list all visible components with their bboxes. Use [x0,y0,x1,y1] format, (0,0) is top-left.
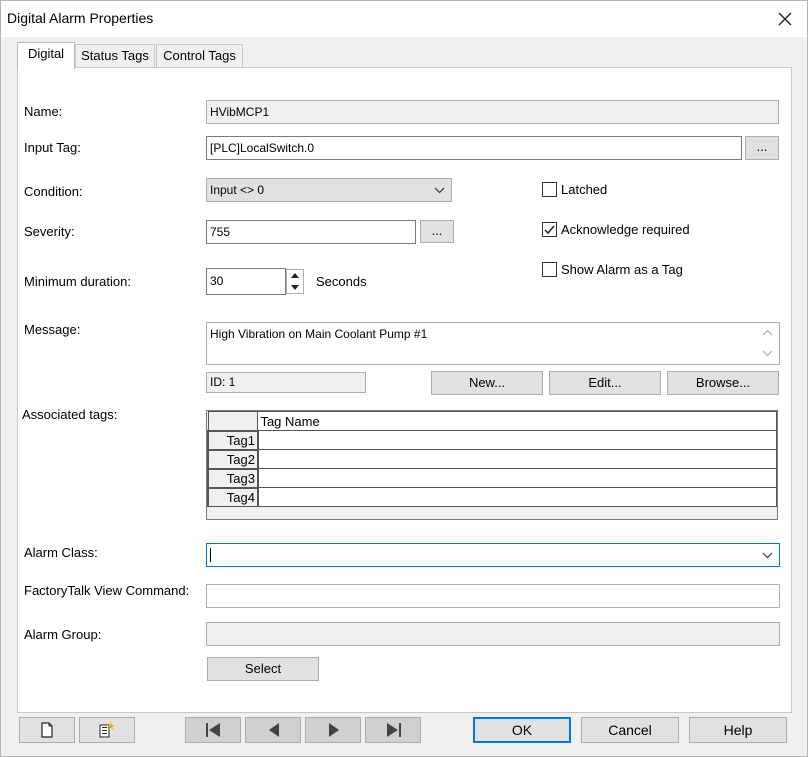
table-row: Tag2 [207,448,777,469]
tag-cell[interactable] [257,468,777,488]
skip-first-icon [206,723,220,737]
table-row: Tag1 [207,429,777,450]
message-textarea[interactable]: High Vibration on Main Coolant Pump #1 [206,322,780,365]
close-icon [778,12,792,26]
chevron-down-icon [434,187,445,194]
tag-cell[interactable] [257,430,777,450]
text-cursor [210,548,211,562]
scroll-down-icon[interactable] [762,350,773,357]
previous-icon [269,723,279,737]
acknowledge-required-label: Acknowledge required [561,222,690,237]
associated-tags-grid: Tag Name Tag1 Tag2 Tag3 Tag4 [206,410,778,520]
input-tag-browse-button[interactable]: ... [745,136,779,160]
cancel-button[interactable]: Cancel [581,717,679,743]
severity-label: Severity: [24,224,75,239]
show-alarm-as-tag-checkbox[interactable] [542,262,557,277]
tag-cell[interactable] [257,487,777,507]
message-new-button[interactable]: New... [431,371,543,395]
alarm-class-label: Alarm Class: [24,545,98,560]
skip-last-icon [387,723,401,737]
row-header: Tag3 [207,467,259,488]
min-duration-unit: Seconds [316,274,367,289]
condition-label: Condition: [24,184,83,199]
message-browse-button[interactable]: Browse... [667,371,779,395]
alarm-group-field [206,622,780,646]
checkmark-icon [544,225,555,235]
message-id-field: ID: 1 [206,372,366,393]
chevron-down-icon[interactable] [762,552,773,559]
severity-browse-button[interactable]: ... [420,220,454,243]
condition-value: Input <> 0 [210,183,265,197]
close-button[interactable] [763,1,807,37]
spin-up-icon[interactable] [287,270,303,281]
tab-status-tags[interactable]: Status Tags [75,44,155,68]
min-duration-field[interactable]: 30 [206,268,286,295]
tab-control-tags[interactable]: Control Tags [156,44,243,68]
tab-digital[interactable]: Digital [17,42,75,69]
new-document-icon [41,722,53,738]
select-button[interactable]: Select [207,657,319,681]
previous-record-button[interactable] [245,717,301,743]
row-header: Tag1 [207,429,259,450]
row-header: Tag4 [207,486,259,507]
condition-select[interactable]: Input <> 0 [206,178,452,202]
next-icon [329,723,339,737]
grid-corner [207,411,259,431]
latched-checkbox[interactable] [542,182,557,197]
severity-field[interactable]: 755 [206,220,416,244]
last-record-button[interactable] [365,717,421,743]
alarm-class-combobox[interactable] [206,543,780,567]
help-button[interactable]: Help [689,717,787,743]
table-row: Tag4 [207,486,777,507]
input-tag-label: Input Tag: [24,140,81,155]
tag-cell[interactable] [257,449,777,469]
first-record-button[interactable] [185,717,241,743]
paste-icon [99,722,115,738]
spin-down-icon[interactable] [287,282,303,293]
message-text: High Vibration on Main Coolant Pump #1 [210,327,428,341]
acknowledge-required-checkbox[interactable] [542,222,557,237]
next-record-button[interactable] [305,717,361,743]
row-header: Tag2 [207,448,259,469]
message-label: Message: [24,322,81,337]
title-bar: Digital Alarm Properties [1,1,807,37]
ftview-command-field[interactable] [206,584,780,608]
scroll-up-icon[interactable] [762,329,773,336]
name-label: Name: [24,104,63,119]
name-field[interactable]: HVibMCP1 [206,100,779,124]
input-tag-field[interactable]: [PLC]LocalSwitch.0 [206,136,742,160]
associated-tags-label: Associated tags: [22,407,118,422]
message-edit-button[interactable]: Edit... [549,371,661,395]
ok-button[interactable]: OK [473,717,571,743]
min-duration-label: Minimum duration: [24,274,131,289]
tag-name-column-header: Tag Name [257,411,777,431]
min-duration-stepper[interactable] [286,269,304,294]
table-row: Tag3 [207,467,777,488]
show-alarm-as-tag-label: Show Alarm as a Tag [561,262,683,277]
window-title: Digital Alarm Properties [7,10,154,26]
alarm-group-label: Alarm Group: [24,627,102,642]
latched-label: Latched [561,182,608,197]
digital-alarm-properties-dialog: Digital Alarm Properties Digital Status … [0,0,808,757]
ftview-command-label: FactoryTalk View Command: [24,583,190,598]
new-document-button[interactable] [19,717,75,743]
paste-new-button[interactable] [79,717,135,743]
